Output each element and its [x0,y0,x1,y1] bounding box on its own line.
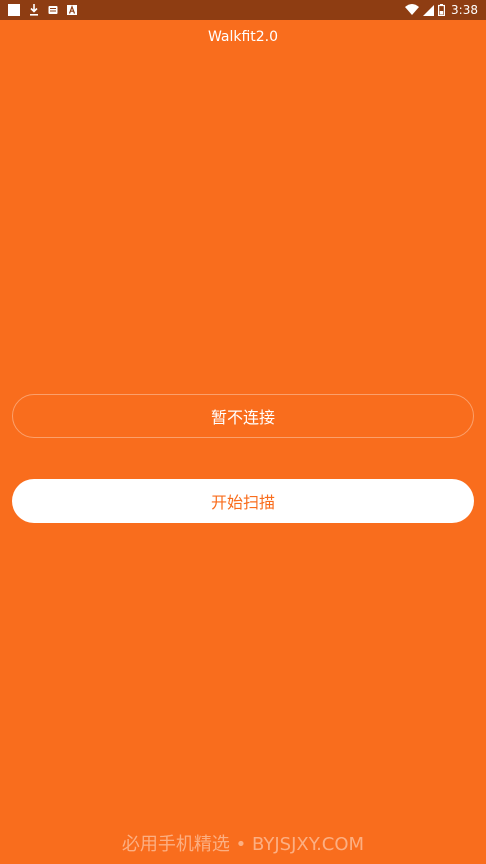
status-icons-right: 3:38 [405,3,478,17]
skip-connect-label: 暂不连接 [210,408,275,427]
download-icon [29,4,39,16]
status-bar: 3:38 [0,0,486,20]
status-icons-left [8,3,77,17]
a-badge-icon [67,5,77,15]
battery-icon [438,1,446,20]
sd-card-icon [48,5,58,15]
app-title: Walkfit2.0 [207,29,279,45]
wifi-icon [405,1,420,20]
notification-square-icon [8,4,20,16]
skip-connect-button[interactable]: 暂不连接 [12,394,474,438]
start-scan-button[interactable]: 开始扫描 [12,479,474,523]
watermark-text: 必用手机精选 • BYJSJXY.COM [121,834,365,855]
cellular-signal-icon [423,1,435,20]
status-time: 3:38 [451,3,478,17]
start-scan-label: 开始扫描 [210,493,275,512]
